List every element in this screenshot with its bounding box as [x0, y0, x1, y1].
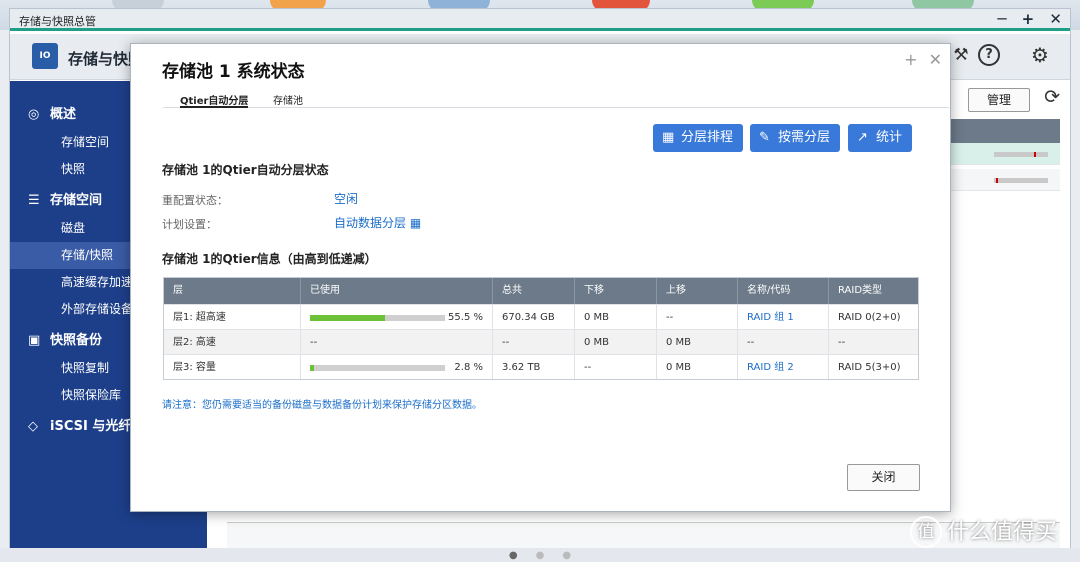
on-demand-tier-button[interactable]: ✎ 按需分层 [750, 124, 841, 152]
dialog-tabs: Qtier自动分层 存储池 [163, 92, 949, 108]
expand-icon[interactable]: + [904, 50, 917, 69]
column-header: 层 [173, 285, 183, 296]
window-title: 存储与快照总管 [19, 15, 96, 28]
dialog-title: 存储池 1 系统状态 [162, 62, 305, 82]
total-cell: 670.34 GB [492, 305, 574, 329]
dialog-controls: + ✕ [898, 50, 942, 69]
tab-qtier[interactable]: Qtier自动分层 [180, 92, 249, 108]
button-label: 统计 [876, 130, 903, 145]
edit-icon: ✎ [759, 130, 770, 145]
schedule-value[interactable]: 自动数据分层 ▦ [334, 214, 421, 231]
column-header: 总共 [492, 278, 574, 304]
table-row: 层2: 高速 -- -- 0 MB 0 MB -- -- [164, 329, 918, 354]
gear-icon[interactable]: ⚙ [1029, 44, 1051, 66]
chart-icon: ↗ [857, 130, 868, 145]
button-label: 分层排程 [681, 130, 734, 145]
raid-group-cell: -- [737, 330, 828, 354]
table-row: 层3: 容量 2.8 % 3.62 TB -- 0 MB RAID 组 2 RA… [164, 354, 918, 379]
raid-type-cell: RAID 0(2+0) [828, 305, 918, 329]
usage-bar [310, 315, 445, 321]
window-controls: ─ + ✕ [987, 9, 1062, 29]
pool-status-dialog: 存储池 1 系统状态 + ✕ Qtier自动分层 存储池 ▦ 分层排程 ✎ 按需分层… [130, 43, 951, 512]
move-down-cell: 0 MB [574, 330, 656, 354]
sidebar-section-label: 快照备份 [50, 333, 103, 348]
tier-cell: 层3: 容量 [173, 362, 216, 373]
close-button[interactable]: 关闭 [847, 464, 920, 491]
snapshot-backup-icon: ▣ [28, 333, 41, 348]
window-titlebar[interactable]: 存储与快照总管 ─ + ✕ [10, 9, 1070, 31]
move-up-cell: -- [656, 305, 737, 329]
usage-bar [310, 365, 445, 371]
usage-bar-fill [310, 315, 385, 321]
total-cell: -- [492, 330, 574, 354]
tier-status-heading: 存储池 1的Qtier自动分层状态 [162, 163, 329, 177]
move-up-cell: 0 MB [656, 355, 737, 379]
maximize-icon[interactable]: + [1022, 10, 1035, 28]
table-row: 层1: 超高速 55.5 % 670.34 GB 0 MB -- RAID 组 … [164, 304, 918, 329]
storage-app-logo: IO [32, 43, 58, 69]
used-cell: 55.5 % [300, 305, 492, 329]
tier-cell: 层1: 超高速 [173, 312, 226, 323]
iscsi-icon: ◇ [28, 419, 38, 434]
column-header: 上移 [656, 278, 737, 304]
column-header: RAID类型 [828, 278, 918, 304]
manage-button[interactable]: 管理 [968, 88, 1030, 112]
move-up-cell: 0 MB [656, 330, 737, 354]
usage-bar-fill [310, 365, 314, 371]
statistics-button[interactable]: ↗ 统计 [848, 124, 913, 152]
backup-note: 请注意：您仍需要适当的备份磁盘与数据备份计划来保护存储分区数据。 [162, 400, 482, 411]
table-header: 层 已使用 总共 下移 上移 名称/代码 RAID类型 [164, 278, 918, 304]
column-header: 已使用 [300, 278, 492, 304]
raid-type-cell: RAID 5(3+0) [828, 355, 918, 379]
minimize-icon[interactable]: ─ [997, 10, 1006, 28]
used-cell: -- [300, 330, 492, 354]
page-indicator[interactable]: ● ● ● [0, 551, 1080, 561]
sidebar-section-label: 存储空间 [50, 193, 103, 208]
calendar-icon[interactable]: ▦ [410, 216, 421, 230]
speedometer-icon: ◎ [28, 107, 40, 122]
site-watermark: 值什么值得买 [910, 516, 1057, 550]
raid-type-cell: -- [828, 330, 918, 354]
tab-storage-pool[interactable]: 存储池 [273, 92, 303, 108]
usage-bar [994, 152, 1048, 157]
raid-group-link[interactable]: RAID 组 1 [737, 305, 828, 329]
watermark-logo: 值 [910, 516, 942, 548]
database-icon: ☰ [28, 193, 40, 208]
sidebar-section-label: 概述 [50, 107, 77, 122]
watermark-text: 什么值得买 [947, 520, 1058, 545]
usage-bar [994, 178, 1048, 183]
tier-info-heading: 存储池 1的Qtier信息（由高到低递减） [162, 252, 377, 266]
close-icon[interactable]: ✕ [929, 50, 942, 69]
tools-icon[interactable]: ⚒ [950, 44, 972, 66]
raid-group-link[interactable]: RAID 组 2 [737, 355, 828, 379]
tier-cell: 层2: 高速 [173, 337, 216, 348]
tier-table: 层 已使用 总共 下移 上移 名称/代码 RAID类型 层1: 超高速 55.5… [163, 277, 919, 380]
refresh-icon[interactable]: ⟳ [1044, 86, 1060, 108]
column-header: 下移 [574, 278, 656, 304]
used-cell: 2.8 % [300, 355, 492, 379]
close-icon[interactable]: ✕ [1049, 10, 1062, 28]
reconfig-value: 空闲 [334, 192, 359, 206]
move-down-cell: 0 MB [574, 305, 656, 329]
used-percent: 2.8 % [454, 362, 483, 373]
reconfig-label: 重配置状态： [162, 194, 228, 207]
total-cell: 3.62 TB [492, 355, 574, 379]
used-percent: 55.5 % [448, 312, 483, 323]
schedule-label: 计划设置： [162, 218, 217, 231]
calendar-icon: ▦ [662, 130, 675, 145]
schedule-value-text: 自动数据分层 [334, 216, 407, 230]
column-header: 名称/代码 [737, 278, 828, 304]
move-down-cell: -- [574, 355, 656, 379]
button-label: 按需分层 [778, 130, 831, 145]
tier-schedule-button[interactable]: ▦ 分层排程 [653, 124, 744, 152]
help-icon[interactable]: ? [978, 44, 1000, 66]
